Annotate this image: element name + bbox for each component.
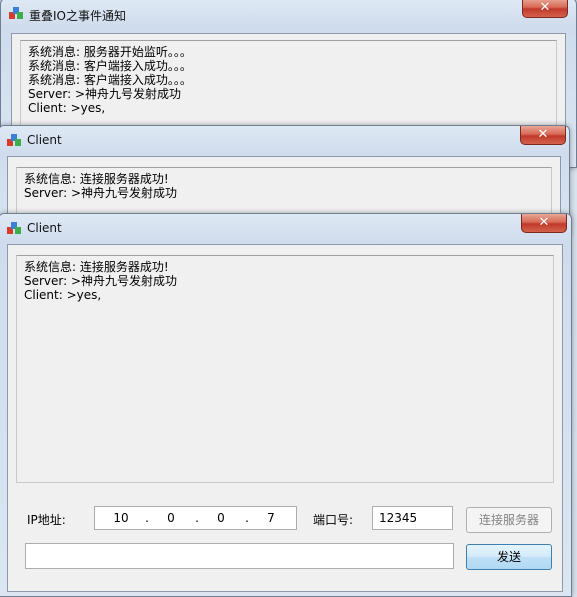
app-icon bbox=[9, 7, 23, 19]
ip-dot: . bbox=[195, 511, 199, 525]
client2-client-area: 系统信息: 连接服务器成功! Server: >神舟九号发射成功 Client:… bbox=[7, 244, 563, 592]
ip-dot: . bbox=[245, 511, 249, 525]
client2-close-button[interactable]: ✕ bbox=[521, 214, 567, 233]
close-icon: ✕ bbox=[539, 0, 551, 15]
server-titlebar[interactable]: 重叠IO之事件通知 ✕ bbox=[1, 0, 576, 27]
close-icon: ✕ bbox=[537, 127, 549, 142]
client2-window-title: Client bbox=[27, 221, 62, 235]
port-label: 端口号: bbox=[313, 513, 354, 527]
close-icon: ✕ bbox=[538, 215, 550, 230]
ip-octet-4: 7 bbox=[267, 511, 275, 525]
client1-titlebar[interactable]: Client ✕ bbox=[0, 126, 569, 154]
client1-close-button[interactable]: ✕ bbox=[520, 126, 566, 145]
log-line: 系统消息: 服务器开始监听。。。 bbox=[28, 45, 192, 59]
port-input[interactable]: 12345 bbox=[372, 506, 453, 530]
ip-octet-1: 10 bbox=[113, 511, 129, 525]
server-close-button[interactable]: ✕ bbox=[522, 0, 568, 18]
server-window-title: 重叠IO之事件通知 bbox=[29, 9, 126, 23]
log-line: Server: >神舟九号发射成功 bbox=[28, 87, 182, 101]
ip-address-input[interactable]: 10 . 0 . 0 . 7 bbox=[94, 506, 297, 530]
client2-log[interactable]: 系统信息: 连接服务器成功! Server: >神舟九号发射成功 Client:… bbox=[16, 255, 554, 483]
log-line: Server: >神舟九号发射成功 bbox=[24, 186, 178, 200]
client-window-2: Client ✕ 系统信息: 连接服务器成功! Server: >神舟九号发射成… bbox=[0, 213, 572, 597]
log-line: 系统消息: 客户端接入成功。。。 bbox=[28, 73, 192, 87]
app-icon bbox=[7, 134, 21, 146]
log-line: 系统信息: 连接服务器成功! bbox=[24, 172, 169, 186]
connect-server-button[interactable]: 连接服务器 bbox=[466, 507, 552, 533]
message-input[interactable] bbox=[25, 543, 454, 569]
log-line: Client: >yes, bbox=[24, 288, 102, 302]
client2-titlebar[interactable]: Client ✕ bbox=[0, 214, 571, 242]
ip-label: IP地址: bbox=[27, 513, 66, 527]
ip-octet-2: 0 bbox=[167, 511, 175, 525]
log-line: 系统消息: 客户端接入成功。。。 bbox=[28, 59, 192, 73]
ip-octet-3: 0 bbox=[217, 511, 225, 525]
ip-dot: . bbox=[145, 511, 149, 525]
log-line: Server: >神舟九号发射成功 bbox=[24, 274, 178, 288]
log-line: 系统信息: 连接服务器成功! bbox=[24, 260, 169, 274]
client1-window-title: Client bbox=[27, 133, 62, 147]
log-line: Client: >yes, bbox=[28, 101, 106, 115]
send-button[interactable]: 发送 bbox=[466, 544, 552, 570]
app-icon bbox=[7, 222, 21, 234]
